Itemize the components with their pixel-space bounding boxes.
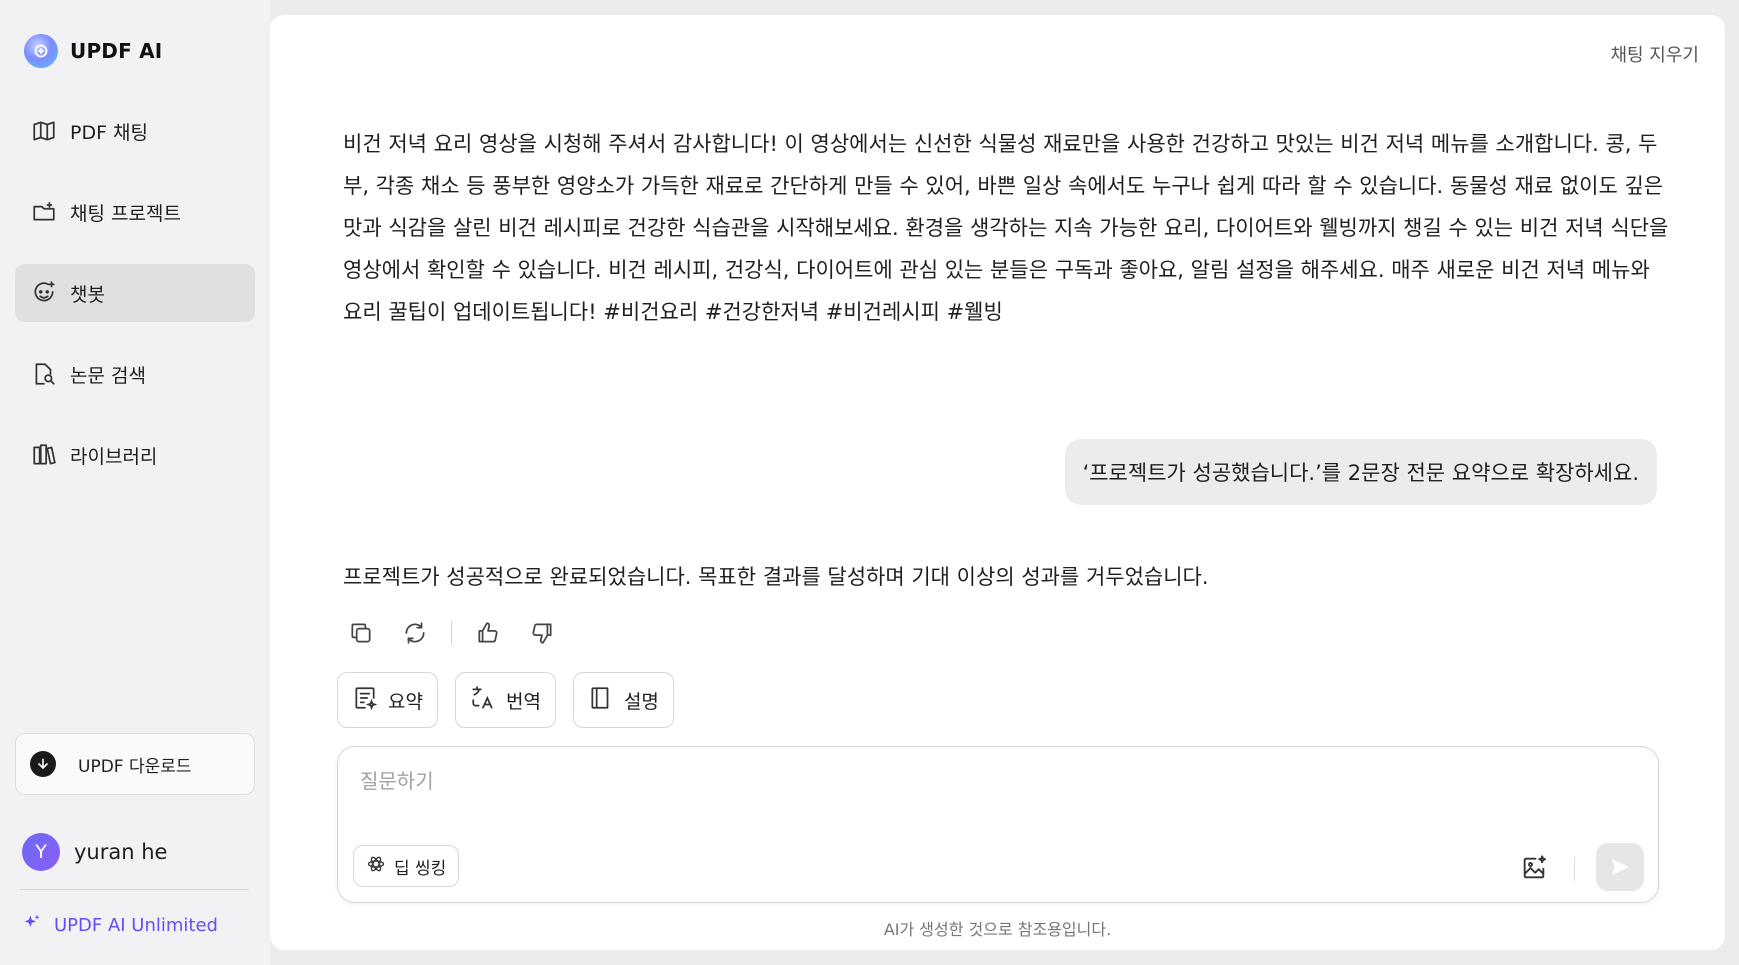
deep-think-toggle[interactable]: 딥 씽킹	[353, 845, 460, 887]
sidebar: UPDF AI PDF 채팅 채팅 프로젝트 챗봇 논문 검색 라이브러리 UP…	[0, 0, 270, 965]
sidebar-item-chatbot[interactable]: 챗봇	[15, 264, 255, 322]
quick-actions: 요약 번역 설명	[337, 672, 674, 728]
avatar: Y	[22, 833, 60, 871]
sparkle-icon	[22, 913, 42, 938]
deep-think-label: 딥 씽킹	[394, 858, 447, 879]
app-window: UPDF AI PDF 채팅 채팅 프로젝트 챗봇 논문 검색 라이브러리 UP…	[0, 0, 1739, 965]
sidebar-item-label: 논문 검색	[70, 364, 146, 387]
sidebar-divider	[20, 889, 249, 890]
brand[interactable]: UPDF AI	[24, 34, 162, 68]
upgrade-label: UPDF AI Unlimited	[54, 915, 218, 936]
ai-message: 프로젝트가 성공적으로 완료되었습니다. 목표한 결과를 달성하며 기대 이상의…	[343, 565, 1209, 589]
user-profile[interactable]: Y yuran he	[22, 833, 167, 871]
sidebar-item-label: PDF 채팅	[70, 121, 149, 144]
thumbs-up-icon[interactable]	[470, 615, 506, 651]
sidebar-item-label: 챗봇	[70, 283, 105, 306]
sidebar-item-pdf-chat[interactable]: PDF 채팅	[15, 102, 255, 160]
image-upload-icon[interactable]	[1518, 852, 1550, 884]
send-button[interactable]	[1596, 843, 1644, 891]
sidebar-item-label: 라이브러리	[70, 445, 158, 468]
explain-label: 설명	[623, 690, 659, 713]
message-composer: 딥 씽킹	[337, 746, 1659, 903]
folder-plus-icon	[30, 198, 58, 226]
brand-name: UPDF AI	[70, 39, 163, 63]
copy-icon[interactable]	[343, 615, 379, 651]
thumbs-down-icon[interactable]	[524, 615, 560, 651]
translate-label: 번역	[505, 690, 541, 713]
upgrade-link[interactable]: UPDF AI Unlimited	[22, 913, 218, 938]
user-message-bubble: ‘프로젝트가 성공했습니다.’를 2문장 전문 요약으로 확장하세요.	[1064, 439, 1657, 505]
question-input[interactable]	[360, 765, 1630, 813]
clear-chat-button[interactable]: 채팅 지우기	[1610, 41, 1699, 67]
map-book-icon	[30, 117, 58, 145]
ai-message: 비건 저녁 요리 영상을 시청해 주셔서 감사합니다! 이 영상에서는 신선한 …	[343, 132, 1669, 324]
regenerate-icon[interactable]	[397, 615, 433, 651]
translate-button[interactable]: 번역	[454, 672, 556, 728]
sidebar-item-library[interactable]: 라이브러리	[15, 426, 255, 484]
user-message-text: ‘프로젝트가 성공했습니다.’를 2문장 전문 요약으로 확장하세요.	[1082, 461, 1639, 485]
summary-button[interactable]: 요약	[337, 672, 438, 728]
translate-icon	[470, 685, 496, 716]
download-label: UPDF 다운로드	[78, 756, 192, 777]
sidebar-item-label: 채팅 프로젝트	[70, 202, 181, 225]
sidebar-nav: PDF 채팅 채팅 프로젝트 챗봇 논문 검색 라이브러리	[15, 102, 255, 507]
download-button[interactable]: UPDF 다운로드	[15, 733, 255, 795]
sidebar-item-paper-search[interactable]: 논문 검색	[15, 345, 255, 403]
library-icon	[30, 441, 58, 469]
download-icon	[30, 751, 56, 777]
summary-icon	[352, 685, 378, 716]
book-icon	[588, 685, 614, 716]
chatbot-icon	[30, 279, 58, 307]
composer-divider	[1574, 857, 1575, 881]
updf-logo-icon	[24, 34, 58, 68]
explain-button[interactable]: 설명	[572, 672, 674, 728]
message-actions	[343, 615, 560, 651]
atom-icon	[366, 854, 386, 879]
ai-disclaimer: AI가 생성한 것으로 참조용입니다.	[883, 920, 1112, 939]
sidebar-item-chat-project[interactable]: 채팅 프로젝트	[15, 183, 255, 241]
user-name: yuran he	[74, 840, 168, 864]
chat-panel: 채팅 지우기 비건 저녁 요리 영상을 시청해 주셔서 감사합니다! 이 영상에…	[270, 15, 1725, 950]
document-search-icon	[30, 360, 58, 388]
actions-divider	[451, 621, 452, 645]
summary-label: 요약	[388, 690, 423, 713]
